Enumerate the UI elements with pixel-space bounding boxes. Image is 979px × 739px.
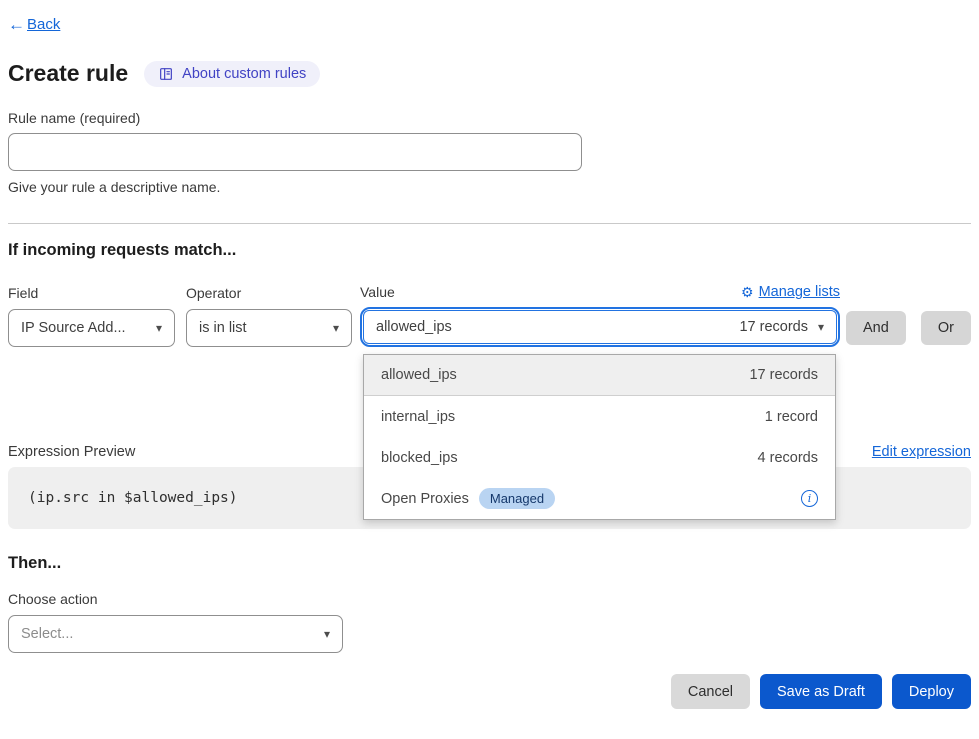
- rule-name-helper: Give your rule a descriptive name.: [8, 179, 971, 195]
- value-select[interactable]: allowed_ips 17 records ▾: [363, 310, 837, 344]
- create-rule-page: ←Back Create rule About custom rules Rul…: [0, 0, 979, 709]
- list-item-blocked-ips[interactable]: blocked_ips 4 records: [364, 437, 835, 478]
- field-label: Field: [8, 285, 175, 301]
- list-item-records: 17 records: [749, 367, 818, 383]
- chevron-down-icon: ▾: [324, 627, 330, 641]
- list-item-records: 1 record: [765, 409, 818, 425]
- value-select-right: 17 records ▾: [739, 319, 824, 335]
- choose-action-label: Choose action: [8, 591, 971, 607]
- value-header: Value ⚙ Manage lists: [360, 284, 840, 300]
- value-column: Value ⚙ Manage lists allowed_ips 17 reco…: [360, 284, 840, 347]
- back-link[interactable]: ←Back: [8, 16, 60, 33]
- list-dropdown-menu: allowed_ips 17 records internal_ips 1 re…: [363, 354, 836, 520]
- match-section-heading: If incoming requests match...: [8, 241, 971, 260]
- list-item-name: internal_ips: [381, 409, 455, 425]
- managed-badge: Managed: [479, 488, 555, 509]
- back-link-label: Back: [27, 16, 60, 33]
- field-column: Field IP Source Add... ▾: [8, 285, 175, 347]
- match-condition-row: Field IP Source Add... ▾ Operator is in …: [8, 284, 971, 347]
- footer-actions: Cancel Save as Draft Deploy: [8, 674, 971, 709]
- or-button[interactable]: Or: [921, 311, 971, 345]
- value-select-selected: allowed_ips: [376, 319, 452, 335]
- rule-name-label: Rule name (required): [8, 110, 971, 126]
- value-select-records: 17 records: [739, 319, 808, 335]
- deploy-button[interactable]: Deploy: [892, 674, 971, 709]
- chevron-down-icon: ▾: [818, 320, 824, 334]
- page-title: Create rule: [8, 60, 128, 87]
- operator-select-value: is in list: [199, 320, 247, 336]
- operator-select[interactable]: is in list ▾: [186, 309, 352, 347]
- field-select-value: IP Source Add...: [21, 320, 126, 336]
- list-item-name: Open Proxies: [381, 491, 469, 507]
- operator-column: Operator is in list ▾: [186, 285, 352, 347]
- list-item-internal-ips[interactable]: internal_ips 1 record: [364, 396, 835, 437]
- about-custom-rules-label: About custom rules: [182, 66, 306, 82]
- operator-label: Operator: [186, 285, 352, 301]
- list-item-left: Open Proxies Managed: [381, 488, 555, 509]
- then-section-heading: Then...: [8, 554, 971, 573]
- section-divider: [8, 223, 971, 224]
- manage-lists-link[interactable]: ⚙ Manage lists: [741, 284, 840, 300]
- list-item-open-proxies[interactable]: Open Proxies Managed i: [364, 478, 835, 519]
- list-item-allowed-ips[interactable]: allowed_ips 17 records: [364, 355, 835, 396]
- list-item-name: allowed_ips: [381, 367, 457, 383]
- chevron-down-icon: ▾: [333, 321, 339, 335]
- about-custom-rules-link[interactable]: About custom rules: [144, 61, 320, 87]
- edit-expression-link[interactable]: Edit expression: [872, 444, 971, 460]
- action-select-placeholder: Select...: [21, 626, 73, 642]
- value-label: Value: [360, 284, 395, 300]
- list-item-name: blocked_ips: [381, 450, 458, 466]
- expression-code: (ip.src in $allowed_ips): [28, 490, 238, 506]
- info-icon[interactable]: i: [801, 490, 818, 507]
- gear-icon: ⚙: [741, 285, 754, 299]
- book-icon: [158, 66, 174, 82]
- list-item-records: 4 records: [758, 450, 818, 466]
- field-select[interactable]: IP Source Add... ▾: [8, 309, 175, 347]
- back-arrow-icon: ←: [8, 16, 25, 33]
- and-button[interactable]: And: [846, 311, 906, 345]
- save-as-draft-button[interactable]: Save as Draft: [760, 674, 882, 709]
- value-select-focus-ring: allowed_ips 17 records ▾: [360, 307, 840, 347]
- action-select[interactable]: Select... ▾: [8, 615, 343, 653]
- cancel-button[interactable]: Cancel: [671, 674, 750, 709]
- rule-name-input[interactable]: [8, 133, 582, 171]
- expression-preview-label: Expression Preview: [8, 444, 135, 460]
- manage-lists-label: Manage lists: [759, 284, 840, 300]
- chevron-down-icon: ▾: [156, 321, 162, 335]
- title-row: Create rule About custom rules: [8, 60, 971, 87]
